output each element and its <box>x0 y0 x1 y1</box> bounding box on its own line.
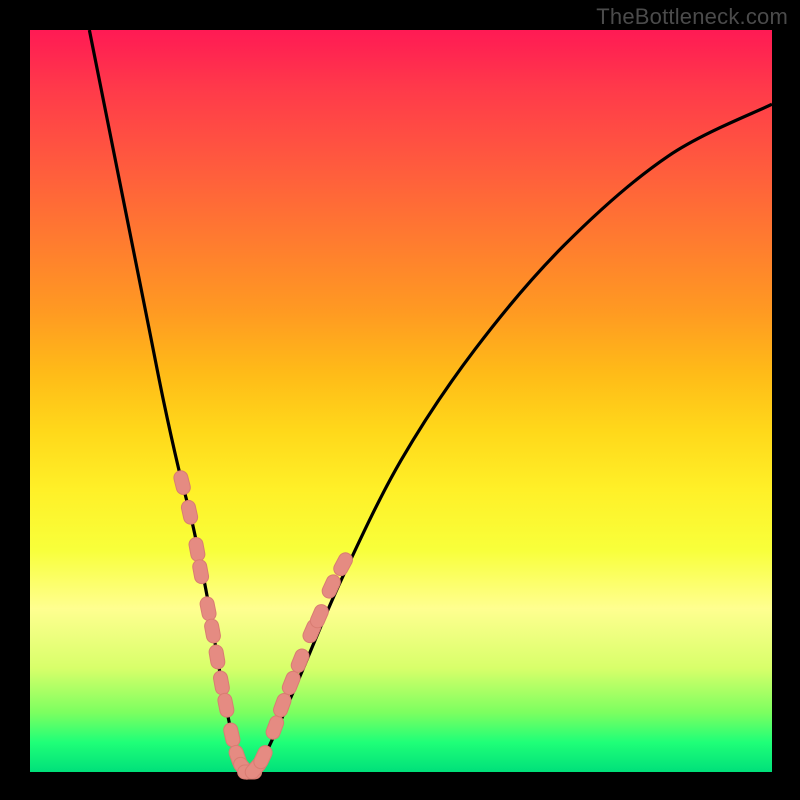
curve-marker <box>289 647 311 674</box>
curve-marker <box>280 669 302 696</box>
curve-marker <box>208 644 226 670</box>
curve-marker <box>272 692 293 719</box>
chart-frame: TheBottleneck.com <box>0 0 800 800</box>
plot-area <box>30 30 772 772</box>
curve-marker <box>217 692 235 718</box>
curve-svg <box>30 30 772 772</box>
bottleneck-curve <box>89 30 772 774</box>
curve-marker <box>203 618 221 644</box>
curve-marker <box>199 596 217 622</box>
curve-marker <box>180 499 199 525</box>
curve-marker <box>188 536 206 562</box>
marker-group <box>172 469 355 782</box>
curve-marker <box>222 722 241 749</box>
curve-marker <box>192 559 210 585</box>
curve-marker <box>172 469 191 496</box>
curve-marker <box>212 670 230 696</box>
curve-marker <box>320 573 343 601</box>
watermark-text: TheBottleneck.com <box>596 4 788 30</box>
